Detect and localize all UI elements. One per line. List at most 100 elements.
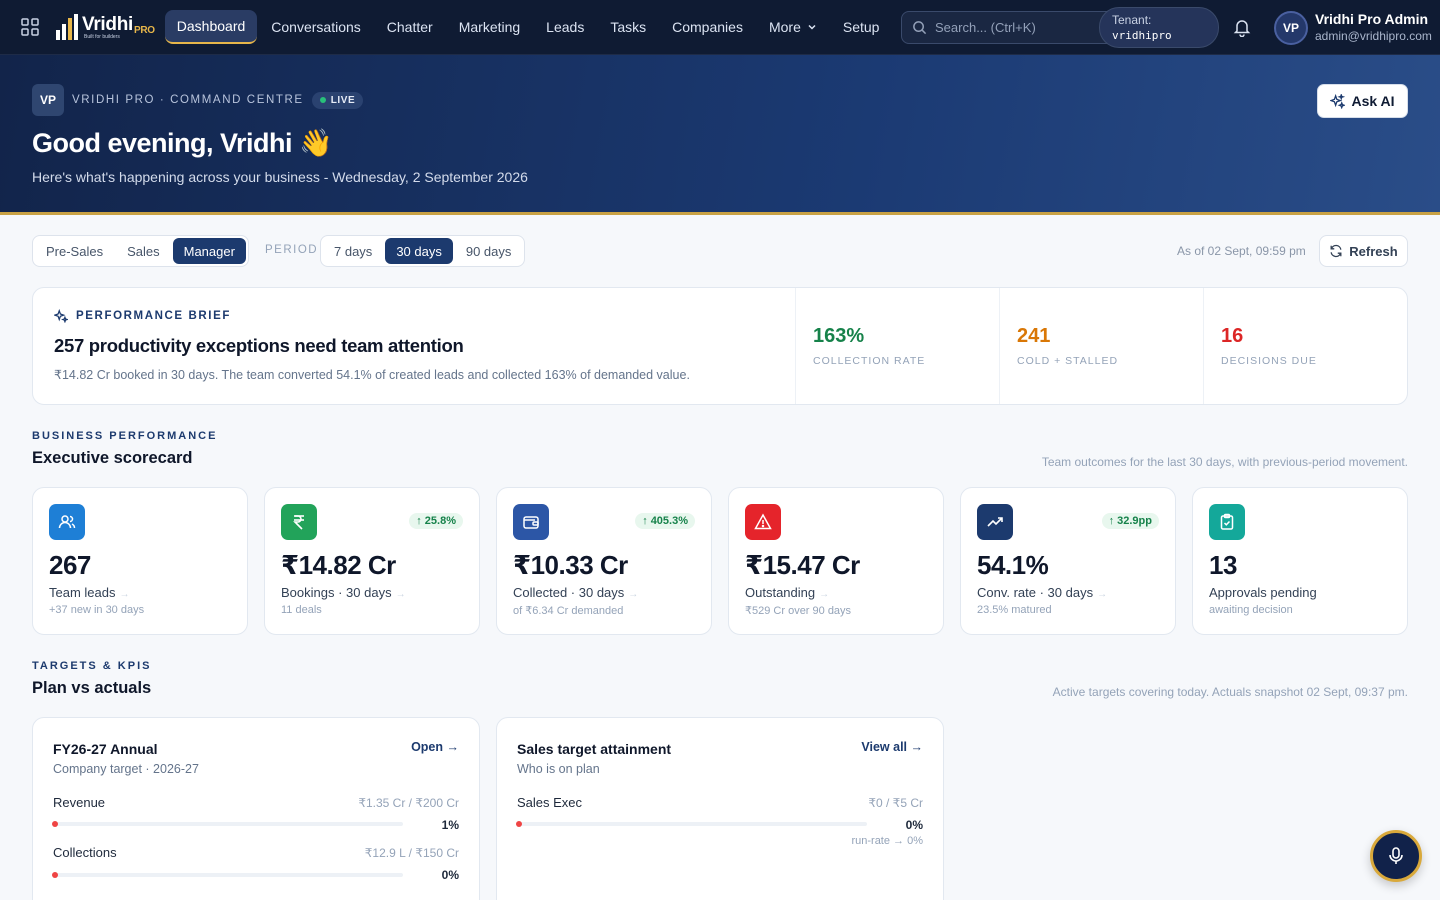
delta-badge: ↑ 32.9pp xyxy=(1101,513,1159,529)
view-presales[interactable]: Pre-Sales xyxy=(35,238,114,264)
annual-target-card: FY26-27 Annual Company target · 2026-27 … xyxy=(32,717,480,900)
kpi-sub: ₹529 Cr over 90 days xyxy=(745,605,852,617)
view-switcher: Pre-Sales Sales Manager xyxy=(32,235,249,267)
kpi-label-text: Team leads xyxy=(49,585,116,600)
target-row-label: Sales Exec xyxy=(517,795,583,810)
delta-value: 32.9pp xyxy=(1117,515,1152,527)
ask-ai-button[interactable]: Ask AI xyxy=(1317,84,1408,118)
kpi-value: ₹15.47 Cr xyxy=(745,550,860,580)
open-link[interactable]: Open → xyxy=(411,740,459,754)
kpi-value: ₹14.82 Cr xyxy=(281,550,396,580)
delta-badge: ↑ 405.3% xyxy=(635,513,695,529)
logo-suffix: PRO xyxy=(134,24,155,36)
kpi-label-text: Collected · 30 days xyxy=(513,585,625,600)
period-90-days[interactable]: 90 days xyxy=(455,238,523,264)
tenant-switcher[interactable]: Tenant: vridhipro xyxy=(1099,7,1219,48)
user-name: Vridhi Pro Admin xyxy=(1315,11,1429,27)
target-row-value: ₹12.9 L / ₹150 Cr xyxy=(364,846,459,860)
nav-item-marketing[interactable]: Marketing xyxy=(447,11,532,43)
kpi-sub: 23.5% matured xyxy=(977,604,1052,616)
brief-kicker: PERFORMANCE BRIEF xyxy=(54,309,231,323)
target-row-value: ₹0 / ₹5 Cr xyxy=(868,796,923,810)
view-sales[interactable]: Sales xyxy=(116,238,171,264)
chevron-down-icon xyxy=(808,24,816,30)
view-all-link[interactable]: View all → xyxy=(861,740,923,754)
nav-item-leads[interactable]: Leads xyxy=(534,11,596,43)
nav-item-more[interactable]: More xyxy=(757,11,829,43)
as-of-timestamp: As of 02 Sept, 09:59 pm xyxy=(1177,244,1306,258)
target-row-percent: 0% xyxy=(905,818,923,832)
hero-kicker: VRIDHI PRO · COMMAND CENTRE xyxy=(72,94,304,106)
kpi-label: Approvals pending xyxy=(1209,585,1317,600)
app-grid-icon[interactable] xyxy=(16,13,44,41)
kpi-label: Collected · 30 days → xyxy=(513,585,638,600)
delta-value: 405.3% xyxy=(650,515,688,527)
target-row-value: ₹1.35 Cr / ₹200 Cr xyxy=(358,796,459,810)
stat-value: 16 xyxy=(1221,325,1244,347)
refresh-label: Refresh xyxy=(1349,243,1398,259)
stat-value: 163% xyxy=(813,325,865,347)
kpi-card-conversion-rate[interactable]: ↑ 32.9pp 54.1% Conv. rate · 30 days → 23.5… xyxy=(960,487,1176,635)
kpi-value: ₹10.33 Cr xyxy=(513,550,628,580)
wallet-icon xyxy=(513,504,549,540)
hero-badge: VP xyxy=(32,84,64,116)
stat-collection-rate: 163% COLLECTION RATE xyxy=(795,288,999,404)
kpi-label: Outstanding → xyxy=(745,585,829,600)
kpi-label: Conv. rate · 30 days → xyxy=(977,585,1107,600)
view-manager[interactable]: Manager xyxy=(172,238,246,264)
kpi-card-collected[interactable]: ↑ 405.3% ₹10.33 Cr Collected · 30 days → o… xyxy=(496,487,712,635)
live-label: LIVE xyxy=(330,94,356,106)
rupee-icon xyxy=(281,504,317,540)
sparkles-icon xyxy=(54,309,68,323)
kpi-card-team-leads[interactable]: 267 Team leads → +37 new in 30 days xyxy=(32,487,248,635)
arrow-right-icon: → xyxy=(1097,589,1108,600)
kpi-label-text: Outstanding xyxy=(745,585,816,600)
kpi-value: 13 xyxy=(1209,550,1237,580)
arrow-right-icon: → xyxy=(395,589,406,600)
nav-item-conversations[interactable]: Conversations xyxy=(259,11,373,43)
refresh-button[interactable]: Refresh xyxy=(1319,235,1408,267)
progress-bar xyxy=(52,872,403,878)
kpi-card-bookings[interactable]: ↑ 25.8% ₹14.82 Cr Bookings · 30 days → 11 … xyxy=(264,487,480,635)
plan-subtitle: Who is on plan xyxy=(517,762,600,776)
live-badge: LIVE xyxy=(311,91,364,109)
search-placeholder: Search... (Ctrl+K) xyxy=(935,20,1036,35)
voice-assistant-button[interactable] xyxy=(1370,830,1422,882)
kpi-card-outstanding[interactable]: ₹15.47 Cr Outstanding → ₹529 Cr over 90 d… xyxy=(728,487,944,635)
brief-text: ₹14.82 Cr booked in 30 days. The team co… xyxy=(54,368,690,382)
kpi-card-approvals[interactable]: 13 Approvals pending awaiting decision xyxy=(1192,487,1408,635)
stat-value: 241 xyxy=(1017,325,1051,347)
arrow-right-icon: → xyxy=(119,589,130,600)
nav-item-companies[interactable]: Companies xyxy=(660,11,755,43)
period-7-days[interactable]: 7 days xyxy=(323,238,383,264)
hero-banner: VP VRIDHI PRO · COMMAND CENTRE LIVE Good… xyxy=(0,55,1440,215)
run-rate: run-rate → 0% xyxy=(851,835,923,847)
period-30-days[interactable]: 30 days xyxy=(385,238,453,264)
plan-title: Sales target attainment xyxy=(517,741,672,757)
nav-item-setup[interactable]: Setup xyxy=(831,11,892,43)
user-email: admin@vridhipro.com xyxy=(1315,29,1432,43)
target-row-percent: 0% xyxy=(441,868,459,882)
arrow-right-icon: → xyxy=(628,589,639,600)
user-menu[interactable]: Vridhi Pro Admin admin@vridhipro.com xyxy=(1315,11,1432,45)
stat-label: COLLECTION RATE xyxy=(813,355,926,367)
kpi-label-text: Conv. rate · 30 days xyxy=(977,585,1094,600)
logo-name: Vridhi xyxy=(82,13,133,35)
users-icon xyxy=(49,504,85,540)
delta-value: 25.8% xyxy=(424,515,456,527)
scorecard-title: Executive scorecard xyxy=(32,449,193,467)
kpi-label: Bookings · 30 days → xyxy=(281,585,406,600)
brand-logo[interactable]: VridhiPRO Built for builders xyxy=(56,7,155,47)
arrow-right-icon: → xyxy=(819,589,830,600)
kpi-sub: awaiting decision xyxy=(1209,604,1293,616)
avatar[interactable]: VP xyxy=(1274,11,1308,45)
plan-title: FY26-27 Annual xyxy=(53,741,158,757)
nav-item-dashboard[interactable]: Dashboard xyxy=(164,10,258,44)
nav-item-chatter[interactable]: Chatter xyxy=(375,11,445,43)
arrow-up-icon: ↑ xyxy=(642,515,648,527)
nav-item-tasks[interactable]: Tasks xyxy=(598,11,658,43)
logo-bars-icon xyxy=(56,14,78,40)
target-row-label: Collections xyxy=(53,845,117,860)
bell-icon[interactable] xyxy=(1232,17,1254,39)
ask-ai-label: Ask AI xyxy=(1351,93,1395,109)
